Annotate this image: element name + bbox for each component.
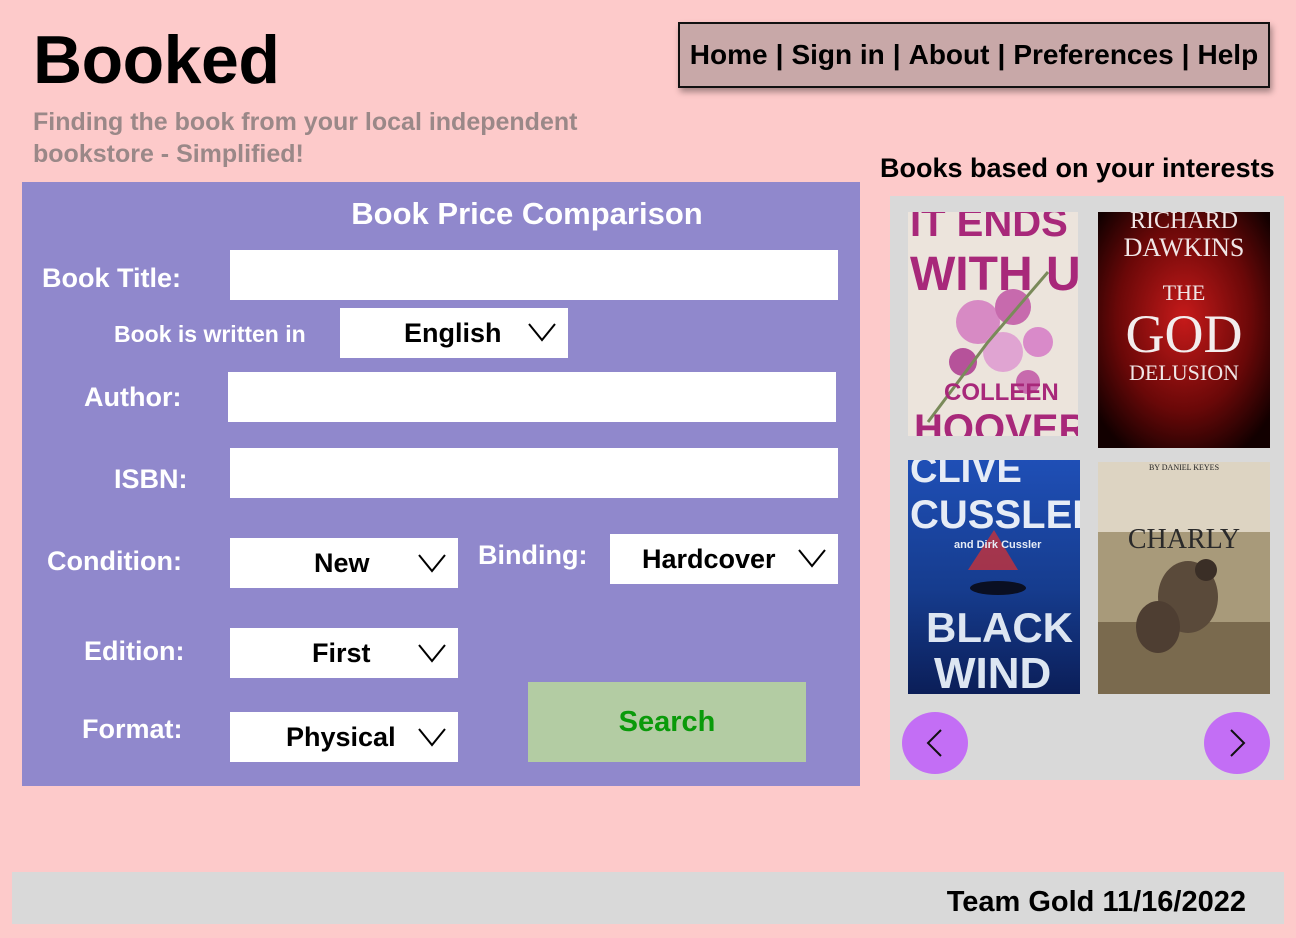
book-cover-text: and Dirk Cussler — [954, 539, 1042, 551]
book-title-label: Book Title: — [42, 263, 182, 293]
book-cover-text: CLIVE — [910, 460, 1022, 491]
book-cover-text: DAWKINS — [1124, 233, 1245, 262]
chevron-down-icon — [418, 728, 446, 747]
book-cover-text: BY DANIEL KEYES — [1149, 463, 1219, 472]
panel-title: Book Price Comparison — [351, 196, 703, 231]
book-cover-charly[interactable]: BY DANIEL KEYES CHARLY — [1098, 462, 1270, 694]
carousel-next-button[interactable] — [1204, 712, 1270, 774]
format-label: Format: — [82, 714, 183, 744]
search-button[interactable]: Search — [528, 682, 806, 762]
chevron-down-icon — [418, 644, 446, 663]
edition-value: First — [312, 637, 371, 668]
book-cover-text: HOOVER — [914, 407, 1078, 436]
book-cover-text: WITH US — [910, 248, 1078, 301]
nav-sign-in[interactable]: Sign in — [791, 39, 884, 71]
condition-select[interactable]: New — [230, 538, 458, 588]
nav-separator: | — [892, 39, 901, 70]
author-input[interactable] — [228, 372, 836, 422]
format-select[interactable]: Physical — [230, 712, 458, 762]
carousel-prev-button[interactable] — [902, 712, 968, 774]
language-value: English — [404, 317, 502, 348]
language-select[interactable]: English — [340, 308, 568, 358]
book-cover-the-god-delusion[interactable]: RICHARD DAWKINS THE GOD DELUSION — [1098, 212, 1270, 448]
book-cover-text: CUSSLER — [910, 493, 1080, 537]
tagline: Finding the book from your local indepen… — [33, 108, 578, 168]
chevron-left-icon — [926, 729, 942, 757]
nav-separator: | — [1181, 39, 1190, 70]
nav-about[interactable]: About — [909, 39, 990, 71]
binding-label: Binding: — [478, 540, 588, 570]
edition-label: Edition: — [84, 636, 185, 666]
nav-home[interactable]: Home — [690, 39, 768, 71]
nav-preferences[interactable]: Preferences — [1013, 39, 1173, 71]
book-title-input[interactable] — [230, 250, 838, 300]
book-cover-text: RICHARD — [1130, 212, 1238, 234]
recommendations-title: Books based on your interests — [880, 153, 1275, 183]
edition-select[interactable]: First — [230, 628, 458, 678]
top-nav: Home | Sign in | About | Preferences | H… — [678, 22, 1270, 88]
isbn-input[interactable] — [230, 448, 838, 498]
book-cover-it-ends-with-us[interactable]: IT ENDS WITH US COLLEEN HOOVER — [908, 212, 1078, 436]
language-label: Book is written in — [114, 321, 306, 347]
footer-text: Team Gold 11/16/2022 — [946, 886, 1246, 918]
isbn-label: ISBN: — [114, 464, 188, 494]
author-label: Author: — [84, 382, 182, 412]
book-cover-text: DELUSION — [1129, 360, 1239, 385]
chevron-down-icon — [798, 549, 826, 568]
book-cover-black-wind[interactable]: CLIVE CUSSLER and Dirk Cussler BLACK WIN… — [908, 460, 1080, 694]
book-cover-text: BLACK — [926, 604, 1073, 651]
nav-help[interactable]: Help — [1198, 39, 1259, 71]
condition-label: Condition: — [47, 546, 182, 576]
nav-separator: | — [775, 39, 784, 70]
book-cover-text: COLLEEN — [944, 379, 1059, 406]
chevron-down-icon — [418, 554, 446, 573]
book-cover-text: IT ENDS — [910, 212, 1068, 245]
book-cover-text: WIND — [934, 649, 1051, 694]
binding-value: Hardcover — [642, 543, 776, 574]
nav-separator: | — [997, 39, 1006, 70]
app-logo: Booked — [33, 22, 280, 98]
chevron-down-icon — [528, 323, 556, 342]
condition-value: New — [314, 547, 370, 578]
book-cover-text: THE — [1163, 280, 1206, 305]
chevron-right-icon — [1230, 729, 1246, 757]
binding-select[interactable]: Hardcover — [610, 534, 838, 584]
book-cover-text: GOD — [1126, 304, 1243, 364]
format-value: Physical — [286, 721, 396, 752]
book-cover-text: CHARLY — [1128, 524, 1240, 555]
